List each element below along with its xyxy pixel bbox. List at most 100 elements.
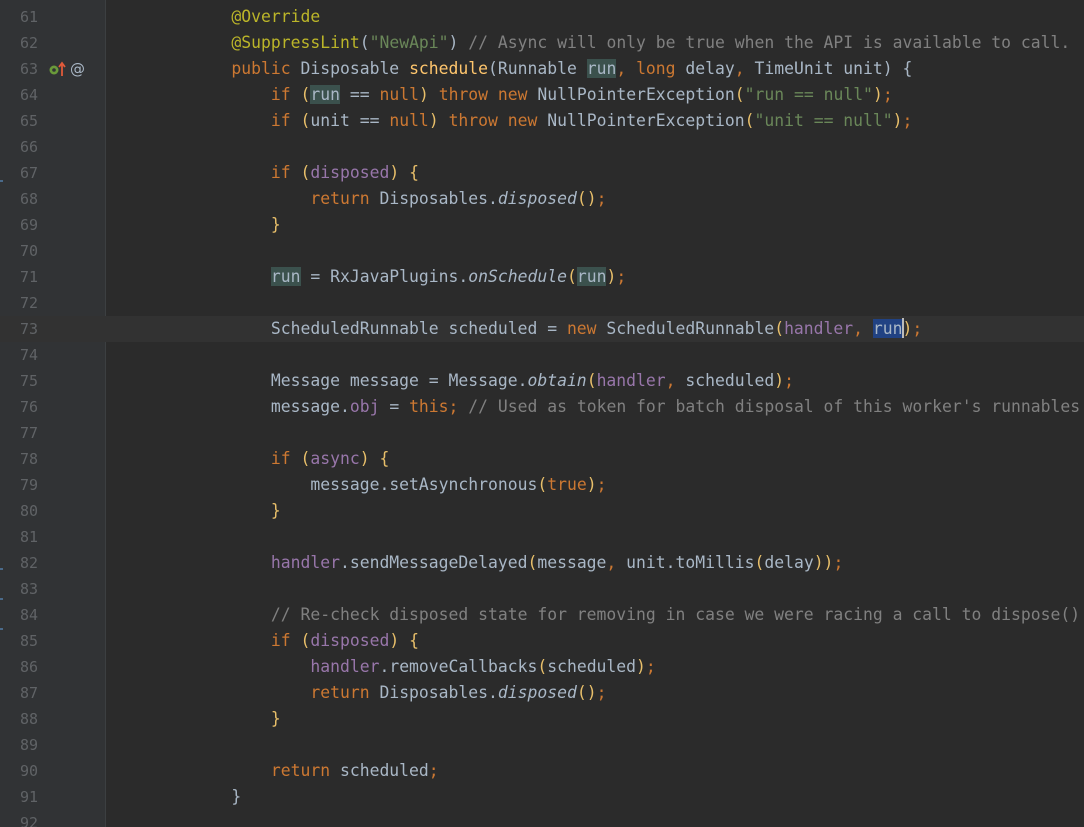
line-number[interactable]: 91 (20, 784, 38, 810)
code-token: ( (300, 631, 311, 650)
code-line[interactable]: 82 handler.sendMessageDelayed(message, u… (0, 550, 1084, 576)
line-number[interactable]: 65 (20, 108, 38, 134)
line-number[interactable]: 66 (20, 134, 38, 160)
code-text[interactable]: message.setAsynchronous(true); (113, 472, 606, 498)
code-line[interactable]: 75 Message message = Message.obtain(hand… (0, 368, 1084, 394)
code-token: @SuppressLint (231, 33, 360, 52)
line-number[interactable]: 81 (20, 524, 38, 550)
code-line[interactable]: 74 (0, 342, 1084, 368)
code-text[interactable]: Message message = Message.obtain(handler… (113, 368, 794, 394)
annotation-marker-icon[interactable]: @ (70, 60, 85, 78)
code-text[interactable]: if (disposed) { (113, 628, 419, 654)
line-number[interactable]: 67 (20, 160, 38, 186)
line-number[interactable]: 90 (20, 758, 38, 784)
code-line[interactable]: 89 (0, 732, 1084, 758)
code-line[interactable]: 67 if (disposed) { (0, 160, 1084, 186)
implements-interface-icon[interactable] (48, 60, 68, 78)
code-text[interactable]: if (unit == null) throw new NullPointerE… (113, 108, 913, 134)
code-line[interactable]: 80 } (0, 498, 1084, 524)
line-number[interactable]: 89 (20, 732, 38, 758)
code-text[interactable]: } (113, 784, 241, 810)
code-line[interactable]: 72 (0, 290, 1084, 316)
line-number[interactable]: 61 (20, 4, 38, 30)
line-number[interactable]: 78 (20, 446, 38, 472)
line-number[interactable]: 76 (20, 394, 38, 420)
line-number[interactable]: 85 (20, 628, 38, 654)
code-token: Disposables. (379, 683, 498, 702)
line-number[interactable]: 75 (20, 368, 38, 394)
line-number[interactable]: 87 (20, 680, 38, 706)
line-number[interactable]: 83 (20, 576, 38, 602)
line-number[interactable]: 92 (20, 810, 38, 827)
code-text[interactable]: @Override (113, 4, 320, 30)
code-text[interactable]: if (async) { (113, 446, 389, 472)
code-token: .removeCallbacks (379, 657, 538, 676)
code-text[interactable]: ScheduledRunnable scheduled = new Schedu… (113, 316, 922, 342)
code-token: public (231, 59, 301, 78)
code-line[interactable]: 91 } (0, 784, 1084, 810)
code-text[interactable]: if (disposed) { (113, 160, 419, 186)
line-number[interactable]: 80 (20, 498, 38, 524)
code-line[interactable]: 73 ScheduledRunnable scheduled = new Sch… (0, 316, 1084, 342)
code-editor[interactable]: 61 @Override 62 @SuppressLint("NewApi") /… (0, 0, 1084, 827)
code-line[interactable]: 78 if (async) { (0, 446, 1084, 472)
code-line[interactable]: 92 (0, 810, 1084, 827)
gutter-icons[interactable]: @ (48, 60, 92, 78)
line-number[interactable]: 71 (20, 264, 38, 290)
code-line[interactable]: 86 handler.removeCallbacks(scheduled); (0, 654, 1084, 680)
code-token: schedule (409, 59, 489, 78)
line-number[interactable]: 79 (20, 472, 38, 498)
line-number[interactable]: 64 (20, 82, 38, 108)
code-line[interactable]: 79 message.setAsynchronous(true); (0, 472, 1084, 498)
code-text[interactable]: public Disposable schedule(Runnable run,… (113, 56, 912, 82)
code-text[interactable]: return Disposables.disposed(); (113, 680, 606, 706)
line-number[interactable]: 72 (20, 290, 38, 316)
line-number[interactable]: 88 (20, 706, 38, 732)
line-number[interactable]: 69 (20, 212, 38, 238)
code-line[interactable]: 81 (0, 524, 1084, 550)
code-line[interactable]: 62 @SuppressLint("NewApi") // Async will… (0, 30, 1084, 56)
line-number[interactable]: 86 (20, 654, 38, 680)
code-text[interactable]: @SuppressLint("NewApi") // Async will on… (113, 30, 1070, 56)
code-text[interactable]: } (113, 498, 281, 524)
line-number[interactable]: 73 (20, 316, 38, 342)
code-text[interactable]: message.obj = this; // Used as token for… (113, 394, 1084, 420)
code-text[interactable]: } (113, 706, 281, 732)
code-line[interactable]: 90 return scheduled; (0, 758, 1084, 784)
code-line[interactable]: 63 @ public Disposable schedule(Runnable … (0, 56, 1084, 82)
code-token: ( (300, 85, 311, 104)
code-token: ) (606, 267, 617, 286)
code-line[interactable]: 83 (0, 576, 1084, 602)
line-number[interactable]: 62 (20, 30, 38, 56)
code-line[interactable]: 66 (0, 134, 1084, 160)
code-line[interactable]: 68 return Disposables.disposed(); (0, 186, 1084, 212)
code-line[interactable]: 64 if (run == null) throw new NullPointe… (0, 82, 1084, 108)
code-line[interactable]: 85 if (disposed) { (0, 628, 1084, 654)
code-line[interactable]: 70 (0, 238, 1084, 264)
code-line[interactable]: 77 (0, 420, 1084, 446)
code-line[interactable]: 76 message.obj = this; // Used as token … (0, 394, 1084, 420)
line-number[interactable]: 82 (20, 550, 38, 576)
code-text[interactable]: run = RxJavaPlugins.onSchedule(run); (113, 264, 626, 290)
code-text[interactable]: handler.removeCallbacks(scheduled); (113, 654, 655, 680)
line-number[interactable]: 84 (20, 602, 38, 628)
code-line[interactable]: 87 return Disposables.disposed(); (0, 680, 1084, 706)
code-line[interactable]: 84 // Re-check disposed state for removi… (0, 602, 1084, 628)
code-text[interactable]: if (run == null) throw new NullPointerEx… (113, 82, 893, 108)
line-number[interactable]: 68 (20, 186, 38, 212)
code-token: = RxJavaPlugins. (300, 267, 469, 286)
line-number[interactable]: 77 (20, 420, 38, 446)
code-text[interactable]: return scheduled; (113, 758, 439, 784)
code-line[interactable]: 61 @Override (0, 4, 1084, 30)
code-text[interactable]: // Re-check disposed state for removing … (113, 602, 1084, 628)
code-line[interactable]: 71 run = RxJavaPlugins.onSchedule(run); (0, 264, 1084, 290)
code-text[interactable]: return Disposables.disposed(); (113, 186, 606, 212)
code-line[interactable]: 65 if (unit == null) throw new NullPoint… (0, 108, 1084, 134)
line-number[interactable]: 74 (20, 342, 38, 368)
line-number[interactable]: 63 (20, 56, 38, 82)
code-text[interactable]: } (113, 212, 281, 238)
code-line[interactable]: 69 } (0, 212, 1084, 238)
code-line[interactable]: 88 } (0, 706, 1084, 732)
code-text[interactable]: handler.sendMessageDelayed(message, unit… (113, 550, 843, 576)
line-number[interactable]: 70 (20, 238, 38, 264)
